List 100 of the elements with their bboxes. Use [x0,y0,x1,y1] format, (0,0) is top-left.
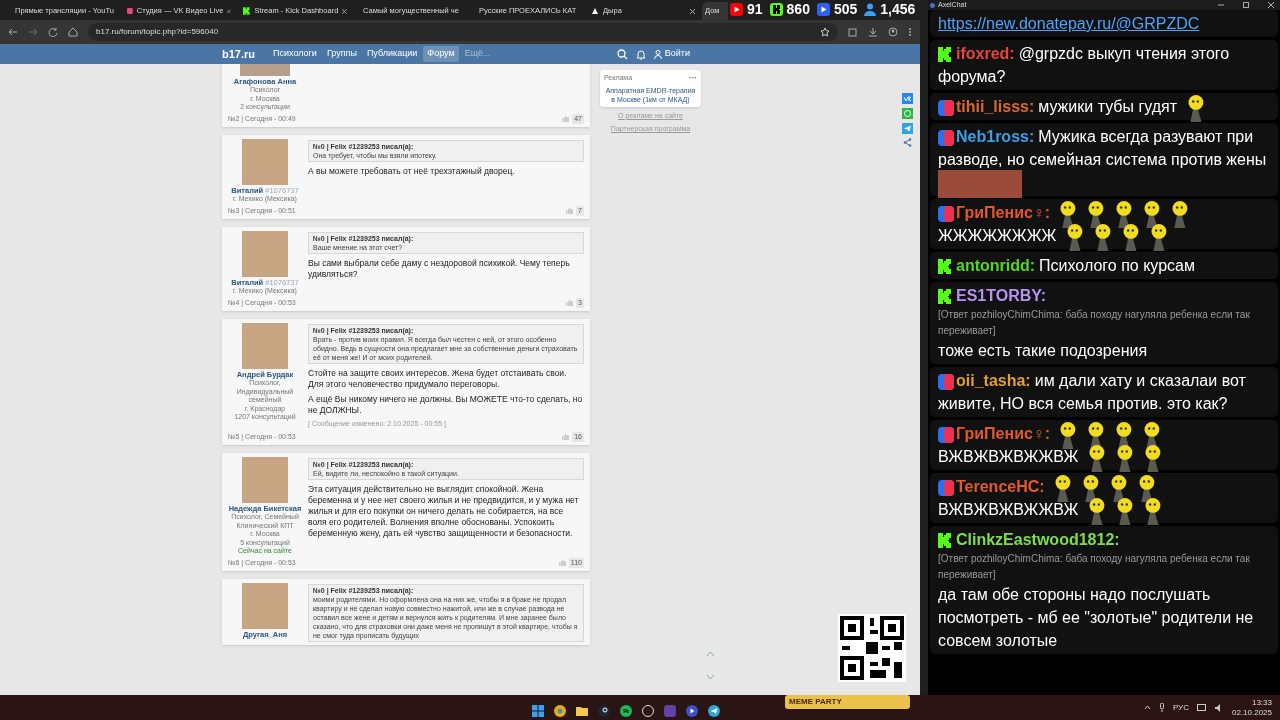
login-link[interactable]: Войти [653,47,690,61]
start-icon[interactable] [532,704,544,717]
chat-message-text: ГриПенис♀: ВЖВЖВЖВЖЖВЖ [938,422,1270,468]
chat-username[interactable]: oii_tasha: [956,372,1031,389]
kick-icon [243,7,251,15]
chat-username[interactable]: antonridd: [956,257,1036,274]
microphone-icon[interactable] [1158,703,1165,712]
chat-message-text: тоже есть такие подозрения [938,341,1149,361]
reply-quote: [Ответ pozhiloyChimChima: баба походу нагуляла ребенка если так переживает] [938,552,1251,582]
site-logo[interactable]: b17.ru [222,45,255,63]
youtube-icon [730,2,743,16]
chat-username[interactable]: ГриПенис♀: [956,425,1051,442]
clock-date[interactable]: 02.10.2025 [1231,707,1272,718]
clock-time[interactable]: 13:33 [1251,697,1272,708]
kick-icon [938,259,952,275]
vk-share-icon[interactable] [902,93,913,104]
live-badge-icon [938,479,954,496]
thumbs-up-icon[interactable] [566,299,574,307]
folder-icon[interactable] [576,704,588,717]
nav-link[interactable]: Группы [322,46,361,62]
close-icon[interactable] [690,8,695,14]
reply-quote: [Ответ pozhiloyChimChima: баба походу нагуляла ребенка если так переживает] [938,308,1251,338]
emote-photo-placeholder [994,169,1022,198]
close-icon[interactable] [342,8,347,14]
menu-icon[interactable] [908,27,912,37]
address-bar[interactable]: b17.ru/forum/topic.php?id=596040 [88,23,838,41]
thumbs-up-icon[interactable] [562,433,570,441]
search-icon[interactable] [616,48,628,60]
live-badge-icon [938,373,954,390]
chat-username[interactable]: Neb1ross: [956,128,1035,145]
minimize-icon[interactable] [1218,2,1224,8]
widget-title: MEME PARTY [789,696,842,708]
chat-message-text: TerenceHC: ВЖВЖВЖВЖЖВЖ [938,475,1270,521]
live-badge-icon [938,129,954,146]
app-icon [930,2,935,8]
chat-message-text: да там обе стороны надо послушать посмотреть - мб ее "золотые" родители не совсем золотые [938,585,1255,651]
chat-message-text: oii_tasha: им дали хату и сказалаи вот живите, НО вся семья против. это как? [938,371,1247,414]
ad-menu-button[interactable]: ··· [689,74,697,83]
kick-icon [938,289,952,305]
viewer-count: 1,456 [880,1,916,17]
thumbs-up-icon[interactable] [558,559,566,567]
nav-link[interactable]: Психологи [269,46,321,62]
chat-username[interactable]: ES1TORBY: [956,287,1047,304]
chat-username[interactable]: TerenceHC: [956,478,1045,495]
post-text: Вы сами выбрали себе даму с нездоровой психикой. Чему теперь удивляться? [308,258,571,280]
chat-username[interactable]: ClinkzEastwood1812: [956,531,1120,548]
live-badge-icon [938,205,954,222]
triangle-icon [591,7,599,15]
kick-icon [938,533,952,549]
post-text: Эта ситуация действительно не выглядит спокойной. Жена беременна и у нее нет своего жилья и не предвидится, и у мужа нет жилья и для его покупки он ничего делать не собирается, на все воля его родителей. Волнения вполне обоснованы. Успокоить беременную жену, дать ей чувство защищенности и безопасности. [308,484,580,539]
viewers-icon [864,2,877,16]
kick-icon [938,47,952,63]
play-icon[interactable] [686,704,698,717]
profile-icon[interactable] [888,27,898,37]
post-text: А вы можете требовать от неё трехэтажный дворец. [308,166,516,177]
thumbs-up-icon[interactable] [562,115,570,123]
chat-username[interactable]: tihii_lisss: [956,98,1035,115]
close-icon[interactable] [227,8,231,14]
home-icon[interactable] [68,27,78,37]
bell-icon[interactable] [635,48,646,60]
live-badge-icon [938,99,954,116]
user-icon [653,49,662,59]
share-icon[interactable] [903,138,912,147]
telegram-icon[interactable] [708,704,720,717]
chat-username[interactable]: ifoxred: [956,45,1015,62]
forward-icon[interactable] [28,27,38,37]
chat-message-text: Neb1ross: Мужика всегда разувают при разводе, но семейная система против жены [938,125,1270,194]
chat-message-text: antonridd: Психолого по курсам [938,254,1270,277]
post-text: А ещё Вы никому ничего не должны. Вы МОЖЕТЕ что-то сделать, но не ДОЛЖНЫ. [308,394,584,416]
chat-message-text: tihii_lisss: мужики тубы гудят [938,95,1270,118]
maximize-icon[interactable] [1243,2,1249,8]
extensions-icon[interactable] [848,27,858,37]
post-text: Стойте на защите своих интересов. Жена будет отстаивать свои. Для этого человечество придумало переговоры. [308,368,568,390]
language-indicator[interactable]: РУС [1172,701,1189,714]
back-icon[interactable] [8,27,18,37]
chat-message-text: ifoxred: @grpzdc выкуп чтения этого форума? [938,44,1231,87]
app-icon[interactable] [642,704,654,717]
emote-photo-placeholder [938,169,966,198]
thumbs-up-icon[interactable] [566,207,574,215]
url-text: b17.ru/forum/topic.php?id=596040 [96,26,219,38]
qr-code-icon [838,614,906,682]
donation-link[interactable]: https://new.donatepay.ru/@GRPZDC [938,15,1200,32]
close-icon[interactable] [1268,2,1274,8]
live-badge-icon [938,426,954,443]
chat-username[interactable]: ГриПенис♀: [956,204,1051,221]
chat-message-text: ГриПенис♀: ЖЖЖЖЖЖЖЖ [938,201,1270,247]
viewer-count: 91 [747,1,763,17]
chevron-up-icon[interactable] [1143,705,1151,710]
viewer-count: 860 [786,1,810,17]
download-icon[interactable] [868,27,878,37]
reload-icon[interactable] [48,27,58,37]
kick-icon [769,2,783,16]
viewer-count: 505 [833,1,858,17]
browser-icon[interactable] [554,704,566,717]
nav-link[interactable]: Публикации [362,46,422,62]
telegram-share-icon[interactable] [902,123,913,134]
network-icon[interactable] [1196,703,1207,712]
live-icon [816,2,830,16]
star-icon[interactable] [820,27,830,37]
music-app-icon[interactable] [620,704,632,717]
